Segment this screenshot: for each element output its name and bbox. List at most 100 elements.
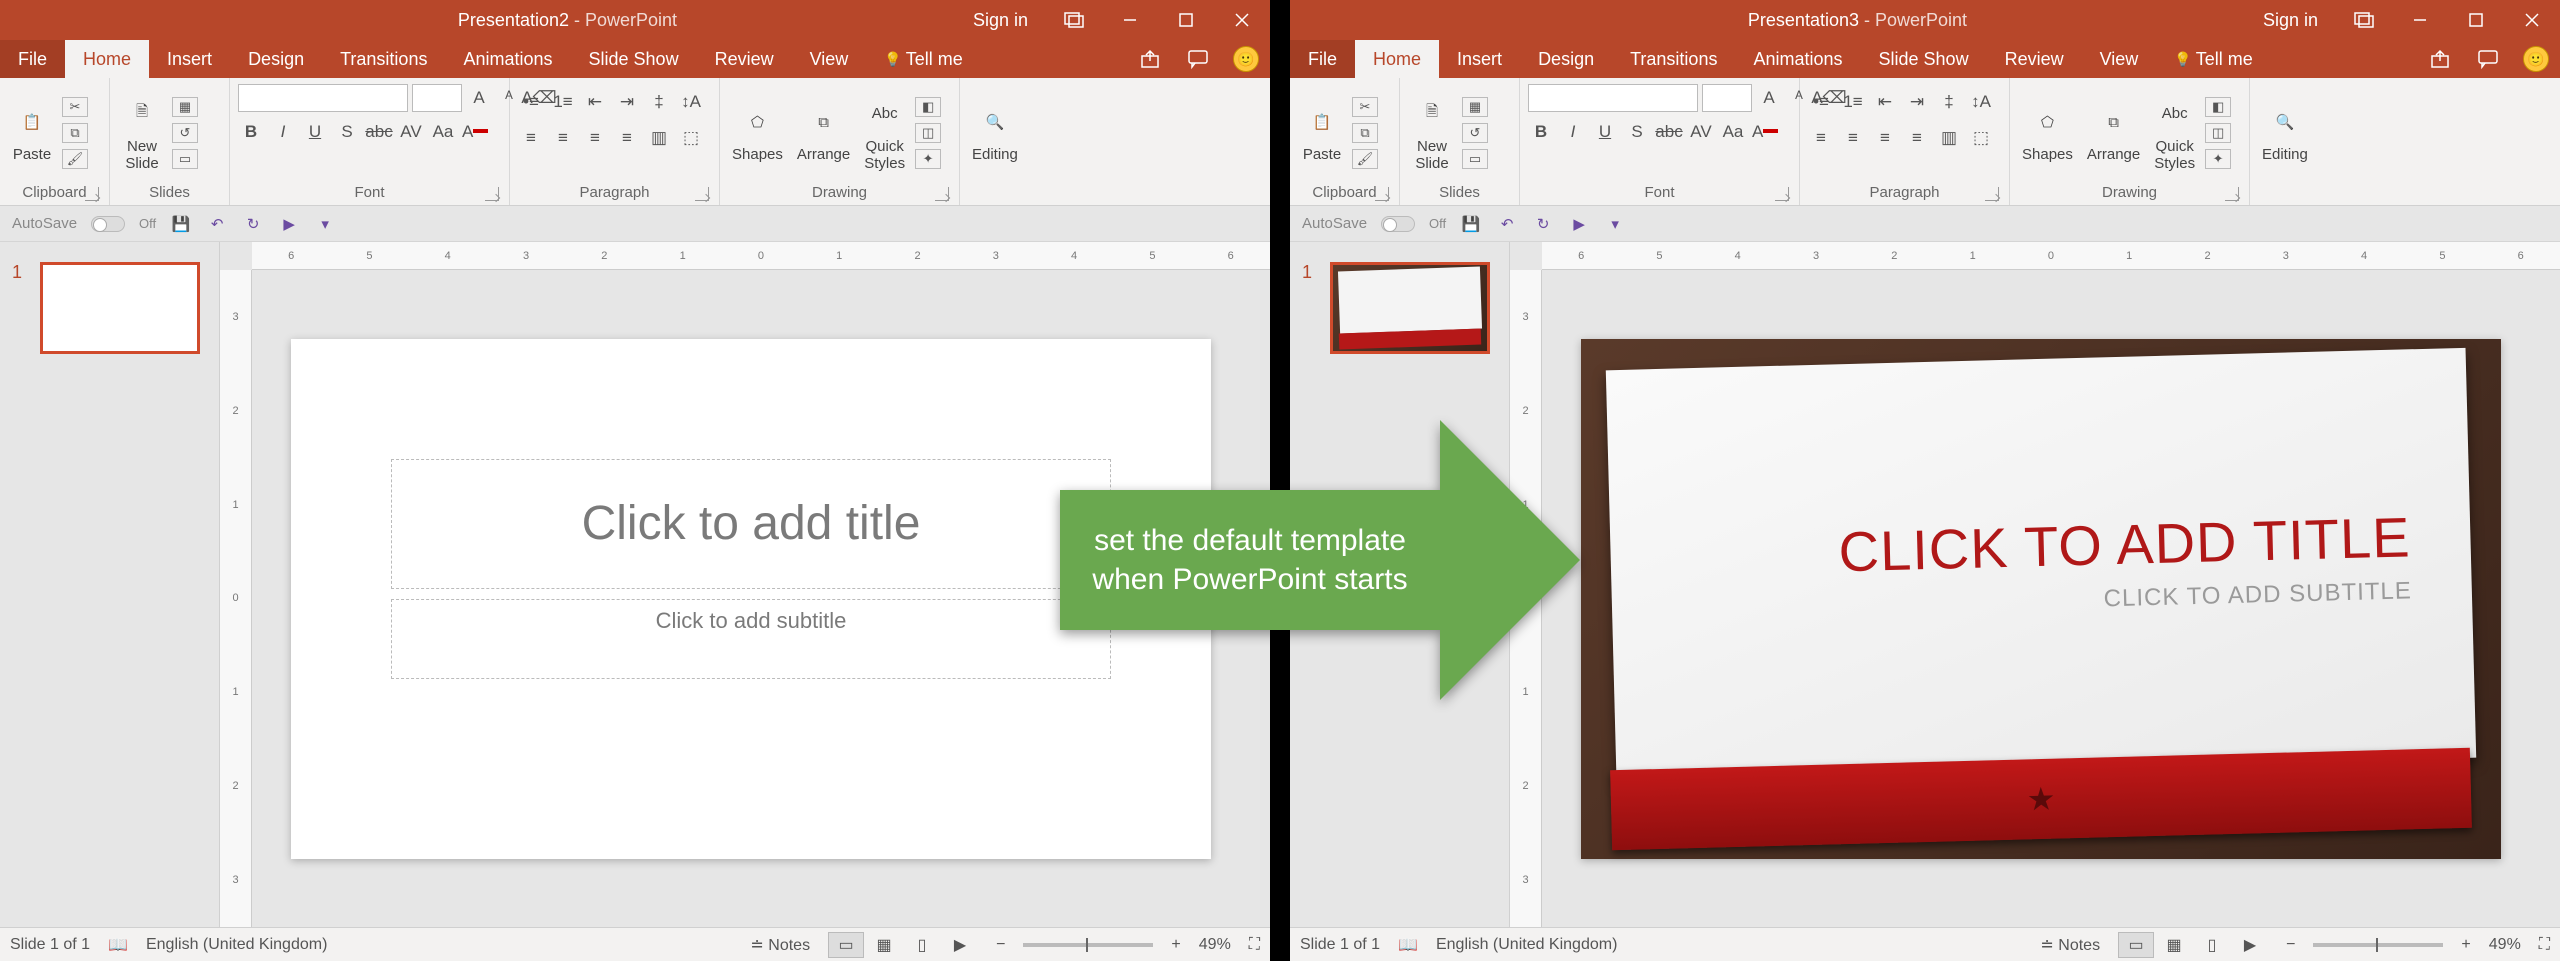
redo-icon[interactable]: ↻ <box>242 213 264 235</box>
maximize-button[interactable] <box>1158 0 1214 40</box>
line-spacing-button[interactable]: ‡ <box>646 90 672 114</box>
minimize-button[interactable] <box>1102 0 1158 40</box>
quick-styles-button[interactable]: AbcQuick Styles <box>2150 92 2199 174</box>
dialog-launcher-icon[interactable] <box>1985 187 1999 201</box>
cut-button[interactable]: ✂ <box>1352 97 1378 117</box>
slide-thumbnail-1[interactable] <box>1330 262 1490 354</box>
align-center-button[interactable]: ≡ <box>550 126 576 150</box>
italic-button[interactable]: I <box>270 120 296 144</box>
align-center-button[interactable]: ≡ <box>1840 126 1866 150</box>
spacing-button[interactable]: AV <box>1688 120 1714 144</box>
format-painter-button[interactable]: 🖌 <box>62 149 88 169</box>
shape-fill-button[interactable]: ◧ <box>915 97 941 117</box>
paper-shape[interactable]: CLICK TO ADD TITLE CLICK TO ADD SUBTITLE <box>1606 347 2476 779</box>
display-options-button[interactable] <box>1046 0 1102 40</box>
smartart-button[interactable]: ⬚ <box>1968 126 1994 150</box>
tab-view[interactable]: View <box>2082 40 2157 78</box>
align-right-button[interactable]: ≡ <box>582 126 608 150</box>
slide-counter[interactable]: Slide 1 of 1 <box>10 936 90 954</box>
shape-outline-button[interactable]: ◫ <box>915 123 941 143</box>
close-button[interactable] <box>2504 0 2560 40</box>
dialog-launcher-icon[interactable] <box>1775 187 1789 201</box>
shape-outline-button[interactable]: ◫ <box>2205 123 2231 143</box>
customize-qat-icon[interactable]: ▾ <box>314 213 336 235</box>
title-placeholder[interactable]: CLICK TO ADD TITLE <box>1838 503 2411 583</box>
undo-icon[interactable]: ↶ <box>206 213 228 235</box>
tab-review[interactable]: Review <box>1987 40 2082 78</box>
language-status[interactable]: English (United Kingdom) <box>146 936 327 954</box>
section-button[interactable]: ▭ <box>1462 149 1488 169</box>
slide-counter[interactable]: Slide 1 of 1 <box>1300 936 1380 954</box>
copy-button[interactable]: ⧉ <box>62 123 88 143</box>
fit-to-window-button[interactable]: ⛶ <box>1249 936 1260 954</box>
zoom-out-button[interactable]: − <box>996 936 1005 954</box>
reset-button[interactable]: ↺ <box>172 123 198 143</box>
start-from-beginning-icon[interactable]: ▶ <box>1568 213 1590 235</box>
normal-view-button[interactable]: ▭ <box>828 932 864 958</box>
tab-transitions[interactable]: Transitions <box>1612 40 1735 78</box>
tab-slideshow[interactable]: Slide Show <box>1861 40 1987 78</box>
customize-qat-icon[interactable]: ▾ <box>1604 213 1626 235</box>
zoom-out-button[interactable]: − <box>2286 936 2295 954</box>
tab-design[interactable]: Design <box>1520 40 1612 78</box>
fit-to-window-button[interactable]: ⛶ <box>2539 936 2550 954</box>
new-slide-button[interactable]: 🗎New Slide <box>1408 92 1456 174</box>
format-painter-button[interactable]: 🖌 <box>1352 149 1378 169</box>
tab-file[interactable]: File <box>1290 40 1355 78</box>
smiley-icon[interactable]: 🙂 <box>2512 40 2560 78</box>
underline-button[interactable]: U <box>1592 120 1618 144</box>
normal-view-button[interactable]: ▭ <box>2118 932 2154 958</box>
line-spacing-button[interactable]: ‡ <box>1936 90 1962 114</box>
tab-home[interactable]: Home <box>1355 40 1439 78</box>
case-button[interactable]: Aa <box>1720 120 1746 144</box>
columns-button[interactable]: ▥ <box>646 126 672 150</box>
new-slide-button[interactable]: 🗎New Slide <box>118 92 166 174</box>
spell-check-icon[interactable]: 📖 <box>108 935 128 955</box>
comments-button[interactable] <box>1174 40 1222 78</box>
editing-button[interactable]: 🔍Editing <box>2258 100 2312 165</box>
bold-button[interactable]: B <box>238 120 264 144</box>
indent-inc-button[interactable]: ⇥ <box>614 90 640 114</box>
tab-home[interactable]: Home <box>65 40 149 78</box>
font-name-combo[interactable] <box>1528 84 1698 112</box>
shadow-button[interactable]: S <box>334 120 360 144</box>
shapes-button[interactable]: ⬠Shapes <box>2018 100 2077 165</box>
language-status[interactable]: English (United Kingdom) <box>1436 936 1617 954</box>
slide-canvas[interactable]: CLICK TO ADD TITLE CLICK TO ADD SUBTITLE… <box>1581 339 2501 859</box>
smartart-button[interactable]: ⬚ <box>678 126 704 150</box>
bullets-button[interactable]: •≡ <box>518 90 544 114</box>
tab-tellme[interactable]: Tell me <box>866 40 980 78</box>
notes-button[interactable]: ≐ Notes <box>750 935 810 955</box>
dialog-launcher-icon[interactable] <box>2225 187 2239 201</box>
shape-effects-button[interactable]: ✦ <box>2205 149 2231 169</box>
italic-button[interactable]: I <box>1560 120 1586 144</box>
text-direction-button[interactable]: ↕A <box>678 90 704 114</box>
comments-button[interactable] <box>2464 40 2512 78</box>
slide-thumbnails-pane[interactable]: 1 <box>0 242 220 927</box>
bold-button[interactable]: B <box>1528 120 1554 144</box>
indent-dec-button[interactable]: ⇤ <box>1872 90 1898 114</box>
tab-design[interactable]: Design <box>230 40 322 78</box>
indent-inc-button[interactable]: ⇥ <box>1904 90 1930 114</box>
tab-file[interactable]: File <box>0 40 65 78</box>
dialog-launcher-icon[interactable] <box>1375 187 1389 201</box>
tab-animations[interactable]: Animations <box>445 40 570 78</box>
shape-effects-button[interactable]: ✦ <box>915 149 941 169</box>
strike-button[interactable]: abc <box>366 120 392 144</box>
arrange-button[interactable]: ⧉Arrange <box>793 100 854 165</box>
underline-button[interactable]: U <box>302 120 328 144</box>
tab-insert[interactable]: Insert <box>1439 40 1520 78</box>
increase-font-icon[interactable]: A <box>1756 86 1782 110</box>
zoom-level[interactable]: 49% <box>2489 936 2521 954</box>
paste-button[interactable]: 📋Paste <box>8 100 56 165</box>
reading-view-button[interactable]: ▯ <box>2194 932 2230 958</box>
share-button[interactable] <box>2416 40 2464 78</box>
save-icon[interactable]: 💾 <box>1460 213 1482 235</box>
font-size-combo[interactable] <box>412 84 462 112</box>
cut-button[interactable]: ✂ <box>62 97 88 117</box>
increase-font-icon[interactable]: A <box>466 86 492 110</box>
sign-in-link[interactable]: Sign in <box>955 10 1046 31</box>
shapes-button[interactable]: ⬠Shapes <box>728 100 787 165</box>
subtitle-placeholder[interactable]: Click to add subtitle <box>391 599 1111 679</box>
align-left-button[interactable]: ≡ <box>518 126 544 150</box>
